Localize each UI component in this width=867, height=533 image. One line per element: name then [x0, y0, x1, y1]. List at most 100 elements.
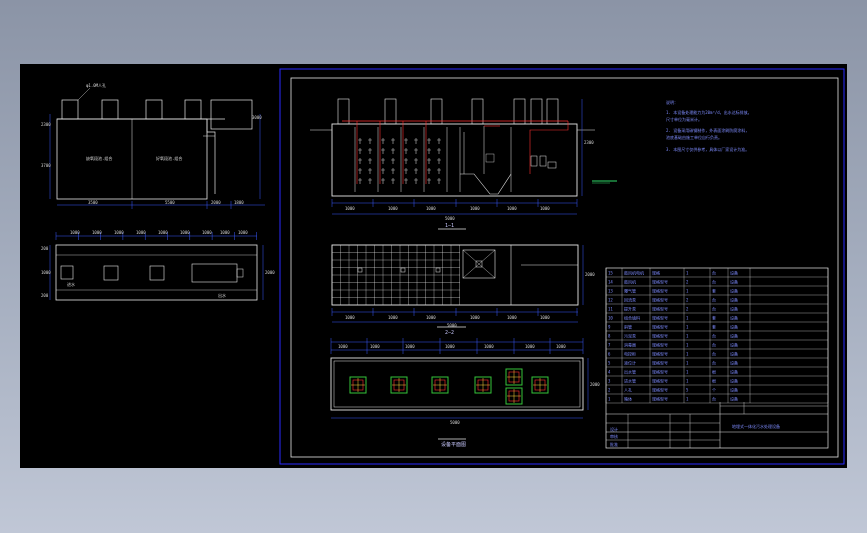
bom-cell: 出水管: [624, 369, 636, 375]
bom-cell: 台: [712, 279, 716, 285]
bom-cell: 台: [712, 351, 716, 357]
bom-cell: 消毒器: [624, 342, 636, 348]
bom-cell: 套: [712, 324, 716, 330]
section-elevation-view: [310, 98, 617, 230]
section-view-label: 1—1: [445, 223, 454, 229]
bom-cell: 1: [686, 289, 689, 294]
left-plan-dim-2: 1000: [92, 230, 102, 235]
plan-mid-dim-right: 2000: [585, 272, 595, 277]
bom-cell: 13: [608, 289, 613, 294]
plan-bottom-dim-right: 2000: [590, 382, 600, 387]
section-dim-4: 1000: [470, 206, 480, 211]
bom-cell: 根: [712, 369, 716, 375]
bom-cell: 台: [712, 342, 716, 348]
bom-cell: 曝气管: [624, 288, 636, 294]
plan-mid-dim-3: 1000: [426, 315, 436, 320]
bom-cell: 设备: [730, 270, 738, 276]
left-plan-view: [49, 235, 264, 301]
bom-cell: 1: [686, 361, 689, 366]
bom-cell: 4: [608, 370, 611, 375]
plan-bottom-dim-6: 1000: [525, 344, 535, 349]
bom-cell: 电控柜: [624, 351, 636, 357]
bom-cell: 设备: [730, 315, 738, 321]
bom-cell: 污泥泵: [624, 333, 636, 339]
left-plan-dim-8: 1000: [220, 230, 230, 235]
elevation-dim-right-1: 3000: [252, 115, 262, 120]
section-dim-5: 1000: [507, 206, 517, 211]
left-elevation-view: [49, 87, 265, 209]
plan-mid-total: 5000: [447, 323, 457, 328]
plan-mid-dim-1: 1000: [345, 315, 355, 320]
left-plan-dim-3: 1000: [114, 230, 124, 235]
notes-line-4: 池底基础由施工单位自行负责。: [666, 134, 722, 140]
bom-cell: 设备: [730, 351, 738, 357]
plan-mid-dim-4: 1000: [470, 315, 480, 320]
left-plan-dim-left-2: 1000: [41, 270, 51, 275]
left-plan-dim-7: 1000: [202, 230, 212, 235]
bom-cell: 9: [608, 325, 611, 330]
section-dim-2: 1000: [388, 206, 398, 211]
elevation-dim-left-1: 2300: [41, 122, 51, 127]
bom-cell: 进水管: [624, 378, 636, 384]
plan-bottom-view-label: 设备平面图: [441, 441, 466, 448]
bom-cell: 12: [608, 298, 613, 303]
bom-cell: 规格型号: [652, 315, 668, 321]
bom-cell: 1: [608, 397, 611, 402]
plan-bottom-dim-5: 1000: [484, 344, 494, 349]
bom-sign-approve: 批准: [610, 441, 618, 447]
bom-cell: 斜管: [624, 324, 632, 330]
bom-cell: 1: [686, 325, 689, 330]
grid-node: [400, 267, 406, 273]
bom-cell: 1: [686, 397, 689, 402]
notes-heading: 说明：: [666, 99, 678, 105]
bom-cell: 台: [712, 297, 716, 303]
section-dim-1: 1000: [345, 206, 355, 211]
elevation-tank-label-1: 缺氧段池.组合: [86, 155, 112, 161]
cad-drawing-canvas[interactable]: φ1.0M人孔 2300 3700 3000 缺氧段池.组合 好氧段池.组合 3…: [20, 64, 847, 468]
bom-cell: 规格型号: [652, 342, 668, 348]
bom-cell: 组合填料: [624, 315, 640, 321]
bom-cell: 8: [608, 334, 611, 339]
bom-cell: 设备: [730, 279, 738, 285]
bom-cell: 设备: [730, 333, 738, 339]
bom-cell: 鼓风机电机: [624, 270, 644, 276]
bom-cell: 7: [608, 343, 611, 348]
bom-cell: 规格: [652, 270, 660, 276]
elevation-dim-left-2: 3700: [41, 163, 51, 168]
left-plan-label-outlet: 出水: [218, 292, 226, 298]
bom-cell: 人孔: [624, 387, 632, 393]
bom-cell: 规格型号: [652, 360, 668, 366]
plan-bottom-dim-3: 1000: [405, 344, 415, 349]
notes-line-5: 3. 本图尺寸仅供参考，具体以厂家设计为准。: [666, 146, 749, 152]
section-dim-3: 1000: [426, 206, 436, 211]
bom-cell: 3: [608, 379, 611, 384]
left-plan-dim-left-3: 200: [41, 293, 49, 298]
bom-cell: 台: [712, 306, 716, 312]
bom-cell: 设备: [730, 297, 738, 303]
cad-drawing-viewport[interactable]: φ1.0M人孔 2300 3700 3000 缺氧段池.组合 好氧段池.组合 3…: [20, 64, 847, 468]
left-plan-dim-6: 1000: [180, 230, 190, 235]
plan-bottom-dim-1: 1000: [338, 344, 348, 349]
bom-cell: 套: [712, 288, 716, 294]
bom-cell: 2: [686, 307, 689, 312]
bom-cell: 1: [686, 334, 689, 339]
bom-cell: 设备: [730, 360, 738, 366]
bom-cell: 6: [608, 352, 611, 357]
plan-mid-dim-6: 1000: [540, 315, 550, 320]
bom-cell: 套: [712, 315, 716, 321]
notes-line-1: 1. 本设备处理能力为20m³/d，出水达标排放。: [666, 109, 752, 115]
left-plan-dim-1: 1000: [70, 230, 80, 235]
bom-cell: 设备: [730, 306, 738, 312]
equipment-manholes: [330, 338, 584, 405]
elevation-dim-bottom-3: 2000: [211, 200, 221, 205]
bom-cell: 根: [712, 378, 716, 384]
bom-cell: 回流泵: [624, 297, 636, 303]
grid-node: [435, 267, 441, 273]
bom-cell: 10: [608, 316, 613, 321]
left-plan-dim-left-1: 200: [41, 246, 49, 251]
section-dim-right: 2300: [584, 140, 594, 145]
bom-cell: 鼓风机: [624, 279, 636, 285]
plan-bottom-dim-4: 1000: [445, 344, 455, 349]
bom-cell: 1: [686, 352, 689, 357]
bom-cell: 2: [608, 388, 611, 393]
